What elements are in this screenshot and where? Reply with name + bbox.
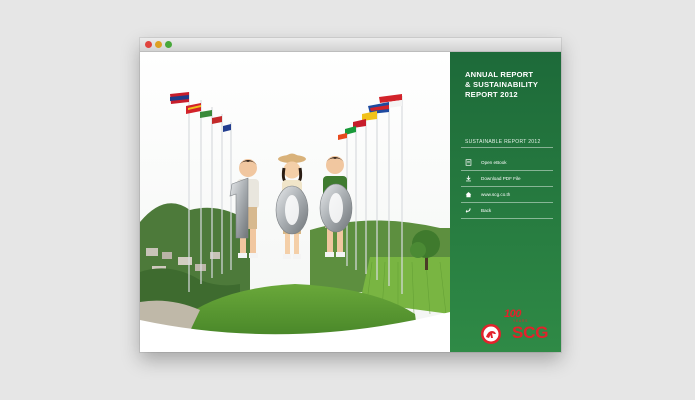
report-title-line-3: REPORT 2012 xyxy=(465,90,518,99)
section-label: SUSTAINABLE REPORT 2012 xyxy=(465,139,541,145)
divider xyxy=(461,170,553,171)
logo-brand-text: SCG xyxy=(512,323,549,342)
website-link[interactable]: www.scg.co.th xyxy=(464,188,554,201)
minimize-window-button[interactable] xyxy=(155,41,162,48)
download-pdf-button[interactable]: Download PDF File xyxy=(464,172,554,185)
home-icon xyxy=(464,190,473,199)
main-content: ANNUAL REPORT & SUSTAINABILITY REPORT 20… xyxy=(140,52,561,352)
back-label: Back xyxy=(481,208,492,213)
number-100-props xyxy=(229,177,353,239)
book-icon xyxy=(464,158,473,167)
back-button[interactable]: Back xyxy=(464,204,554,217)
website-label: www.scg.co.th xyxy=(481,192,511,197)
scg-emblem-icon xyxy=(481,324,501,344)
divider xyxy=(461,218,553,219)
report-title-line-1: ANNUAL REPORT xyxy=(465,70,534,79)
download-icon xyxy=(464,174,473,183)
open-ebook-button[interactable]: Open eBook xyxy=(464,156,554,169)
download-pdf-label: Download PDF File xyxy=(481,176,521,181)
divider xyxy=(461,202,553,203)
open-ebook-label: Open eBook xyxy=(481,160,507,165)
app-window: ANNUAL REPORT & SUSTAINABILITY REPORT 20… xyxy=(140,38,561,352)
divider xyxy=(461,186,553,187)
close-window-button[interactable] xyxy=(145,41,152,48)
maximize-window-button[interactable] xyxy=(165,41,172,48)
report-title: ANNUAL REPORT & SUSTAINABILITY REPORT 20… xyxy=(465,70,557,100)
scg-logo: 100 YEARS SCG xyxy=(462,308,558,348)
report-title-line-2: & SUSTAINABILITY xyxy=(465,80,539,89)
title-bar xyxy=(140,38,561,52)
back-arrow-icon xyxy=(464,206,473,215)
report-menu-panel: ANNUAL REPORT & SUSTAINABILITY REPORT 20… xyxy=(450,52,561,352)
divider xyxy=(461,147,553,148)
